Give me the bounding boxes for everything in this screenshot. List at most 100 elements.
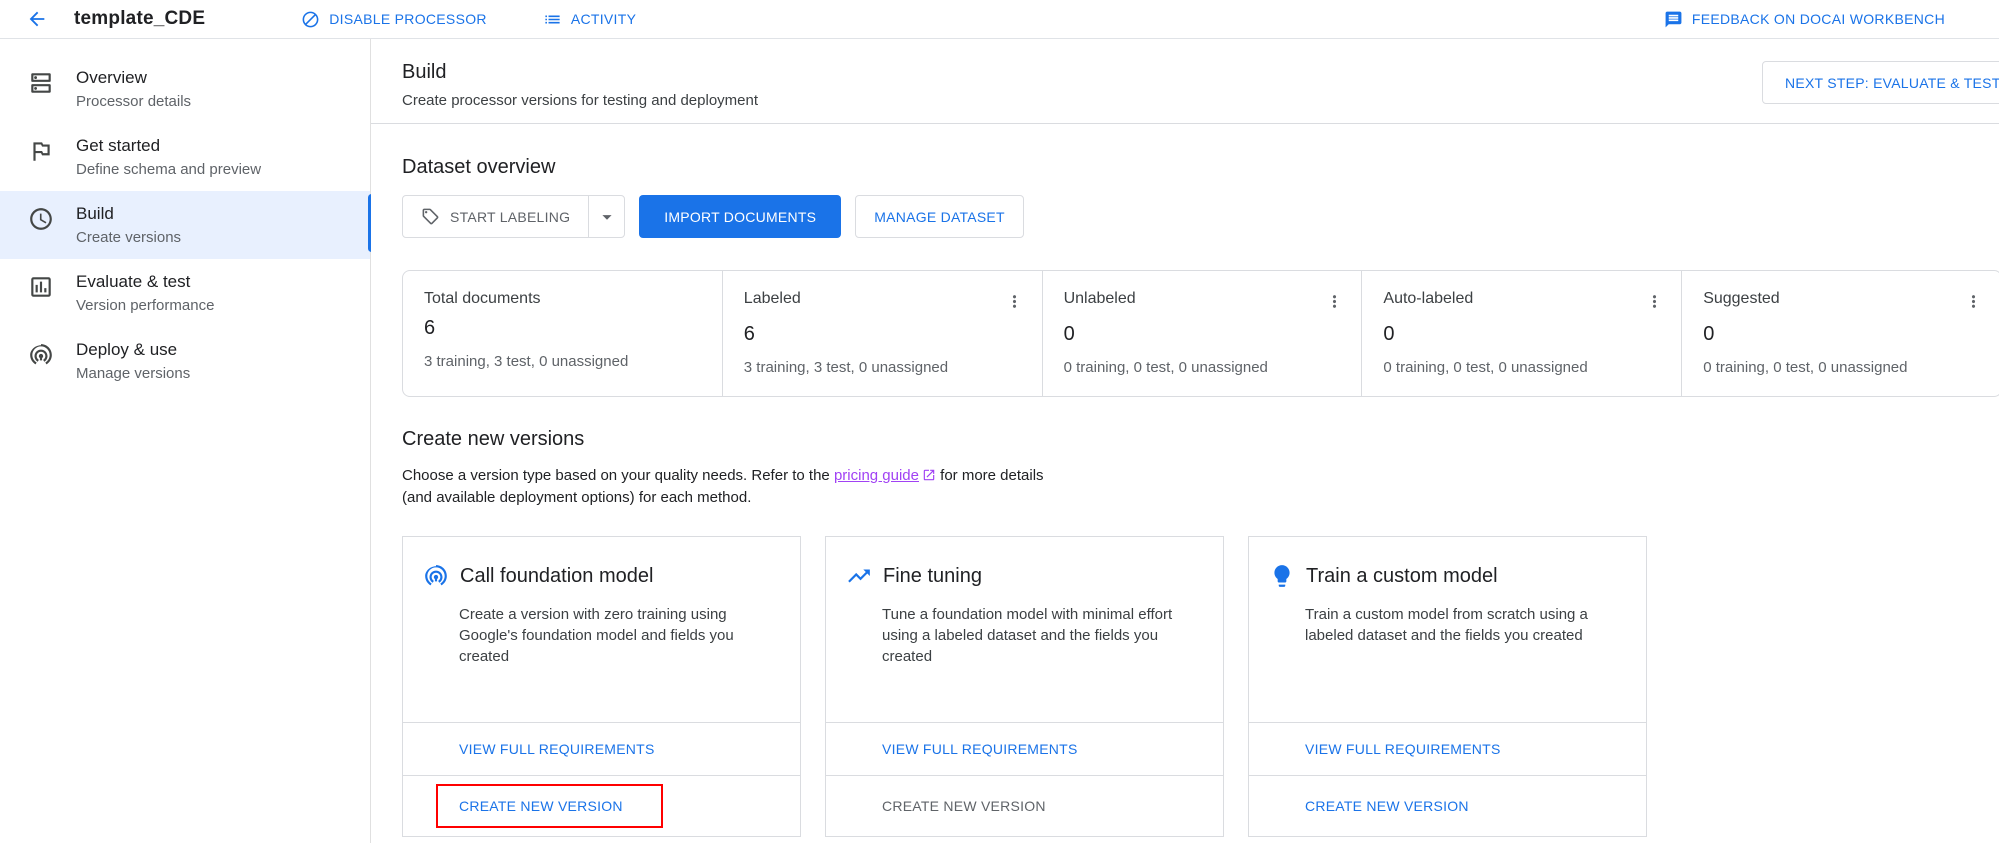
- stat-value: 0: [1064, 323, 1348, 346]
- processor-title: template_CDE: [74, 8, 205, 30]
- card-train-custom-model: Train a custom model Train a custom mode…: [1248, 536, 1647, 837]
- stat-head: Total documents: [424, 288, 708, 308]
- activity-label: ACTIVITY: [571, 11, 636, 27]
- sidebar-item-evaluate-test[interactable]: Evaluate & test Version performance: [0, 259, 370, 327]
- sidebar-item-label: Get started: [76, 136, 261, 156]
- create-new-version-link-disabled: CREATE NEW VERSION: [882, 798, 1046, 814]
- stat-head: Suggested: [1703, 288, 1987, 314]
- top-bar: template_CDE DISABLE PROCESSOR ACTIVITY …: [0, 0, 1999, 39]
- disable-processor-button[interactable]: DISABLE PROCESSOR: [301, 10, 487, 29]
- card-head: Train a custom model: [1249, 537, 1646, 589]
- card-fine-tuning: Fine tuning Tune a foundation model with…: [825, 536, 1224, 837]
- intro-text-2: for more details: [940, 467, 1043, 484]
- sidebar: Overview Processor details Get started D…: [0, 39, 371, 843]
- sidebar-item-text: Evaluate & test Version performance: [76, 272, 214, 314]
- stat-unlabeled: Unlabeled 0 0 training, 0 test, 0 unassi…: [1042, 271, 1362, 396]
- card-create-row: CREATE NEW VERSION: [403, 775, 800, 836]
- sidebar-item-sublabel: Version performance: [76, 297, 214, 314]
- schedule-icon: [28, 206, 54, 232]
- sidebar-item-label: Overview: [76, 68, 191, 88]
- dataset-toolbar: START LABELING IMPORT DOCUMENTS MANAGE D…: [402, 195, 1999, 238]
- sidebar-item-deploy-use[interactable]: Deploy & use Manage versions: [0, 327, 370, 395]
- sidebar-item-sublabel: Manage versions: [76, 365, 190, 382]
- stat-labeled: Labeled 6 3 training, 3 test, 0 unassign…: [722, 271, 1042, 396]
- stat-detail: 0 training, 0 test, 0 unassigned: [1703, 359, 1987, 376]
- stat-detail: 3 training, 3 test, 0 unassigned: [424, 353, 708, 370]
- activity-button[interactable]: ACTIVITY: [543, 10, 636, 29]
- stat-suggested: Suggested 0 0 training, 0 test, 0 unassi…: [1681, 271, 1999, 396]
- stat-value: 0: [1383, 323, 1667, 346]
- card-head: Call foundation model: [403, 537, 800, 589]
- view-full-requirements-link[interactable]: VIEW FULL REQUIREMENTS: [459, 741, 655, 757]
- card-title: Call foundation model: [460, 565, 653, 588]
- stat-label: Total documents: [424, 288, 541, 308]
- sidebar-item-sublabel: Processor details: [76, 93, 191, 110]
- sidebar-item-sublabel: Define schema and preview: [76, 161, 261, 178]
- view-full-requirements-link[interactable]: VIEW FULL REQUIREMENTS: [882, 741, 1078, 757]
- card-create-row: CREATE NEW VERSION: [1249, 775, 1646, 836]
- sidebar-item-text: Get started Define schema and preview: [76, 136, 261, 178]
- sidebar-item-overview[interactable]: Overview Processor details: [0, 55, 370, 123]
- sidebar-item-build[interactable]: Build Create versions: [0, 191, 370, 259]
- sidebar-item-label: Evaluate & test: [76, 272, 214, 292]
- stat-label: Unlabeled: [1064, 288, 1136, 308]
- card-create-row: CREATE NEW VERSION: [826, 775, 1223, 836]
- create-new-version-link[interactable]: CREATE NEW VERSION: [1305, 798, 1469, 814]
- activity-list-icon: [543, 10, 562, 29]
- sidebar-item-text: Deploy & use Manage versions: [76, 340, 190, 382]
- stat-head: Unlabeled: [1064, 288, 1348, 314]
- sidebar-item-get-started[interactable]: Get started Define schema and preview: [0, 123, 370, 191]
- card-description: Train a custom model from scratch using …: [1249, 589, 1646, 646]
- start-labeling-label: START LABELING: [450, 209, 570, 225]
- more-vert-icon[interactable]: [1641, 288, 1667, 314]
- label-icon: [421, 207, 440, 226]
- main-content: Build Create processor versions for test…: [371, 39, 1999, 843]
- stat-label: Auto-labeled: [1383, 288, 1473, 308]
- more-vert-icon[interactable]: [1321, 288, 1347, 314]
- lightbulb-icon: [1269, 563, 1295, 589]
- chevron-down-icon: [596, 206, 618, 228]
- intro-text-3: (and available deployment options) for e…: [402, 487, 1999, 509]
- more-vert-icon[interactable]: [1002, 288, 1028, 314]
- feedback-bubble-icon: [1664, 10, 1683, 29]
- card-title: Fine tuning: [883, 565, 982, 588]
- more-vert-icon[interactable]: [1961, 288, 1987, 314]
- sidebar-item-sublabel: Create versions: [76, 229, 181, 246]
- broadcast-icon: [423, 563, 449, 589]
- view-full-requirements-link[interactable]: VIEW FULL REQUIREMENTS: [1305, 741, 1501, 757]
- flag-icon: [28, 138, 54, 164]
- feedback-label: FEEDBACK ON DOCAI WORKBENCH: [1692, 11, 1945, 27]
- page-subtitle: Create processor versions for testing an…: [402, 92, 1999, 109]
- card-requirements-row: VIEW FULL REQUIREMENTS: [403, 722, 800, 775]
- start-labeling-dropdown[interactable]: [588, 195, 625, 238]
- card-call-foundation-model: Call foundation model Create a version w…: [402, 536, 801, 837]
- stat-total-documents: Total documents 6 3 training, 3 test, 0 …: [403, 271, 722, 396]
- broadcast-icon: [28, 342, 54, 368]
- import-documents-button[interactable]: IMPORT DOCUMENTS: [639, 195, 841, 238]
- card-body: Train a custom model Train a custom mode…: [1249, 537, 1646, 722]
- version-cards: Call foundation model Create a version w…: [402, 536, 1999, 837]
- page-title: Build: [402, 61, 1999, 84]
- page-layout: Overview Processor details Get started D…: [0, 39, 1999, 843]
- disable-processor-label: DISABLE PROCESSOR: [329, 11, 487, 27]
- sidebar-item-text: Overview Processor details: [76, 68, 191, 110]
- stat-head: Labeled: [744, 288, 1028, 314]
- card-description: Create a version with zero training usin…: [403, 589, 800, 667]
- card-body: Fine tuning Tune a foundation model with…: [826, 537, 1223, 722]
- feedback-button[interactable]: FEEDBACK ON DOCAI WORKBENCH: [1664, 10, 1945, 29]
- pricing-guide-link[interactable]: pricing guide: [834, 467, 919, 484]
- sidebar-item-label: Build: [76, 204, 181, 224]
- card-description: Tune a foundation model with minimal eff…: [826, 589, 1223, 667]
- stat-label: Suggested: [1703, 288, 1780, 308]
- stat-value: 6: [424, 317, 708, 340]
- manage-dataset-button[interactable]: MANAGE DATASET: [855, 195, 1024, 238]
- open-in-new-icon: [922, 468, 936, 482]
- start-labeling-button[interactable]: START LABELING: [402, 195, 589, 238]
- card-requirements-row: VIEW FULL REQUIREMENTS: [826, 722, 1223, 775]
- next-step-button[interactable]: NEXT STEP: EVALUATE & TEST: [1762, 61, 1999, 104]
- overview-dns-icon: [28, 70, 54, 96]
- create-versions-intro: Choose a version type based on your qual…: [402, 465, 1999, 509]
- create-new-version-link[interactable]: CREATE NEW VERSION: [459, 798, 623, 814]
- intro-text-1: Choose a version type based on your qual…: [402, 467, 830, 484]
- back-button[interactable]: [22, 4, 52, 34]
